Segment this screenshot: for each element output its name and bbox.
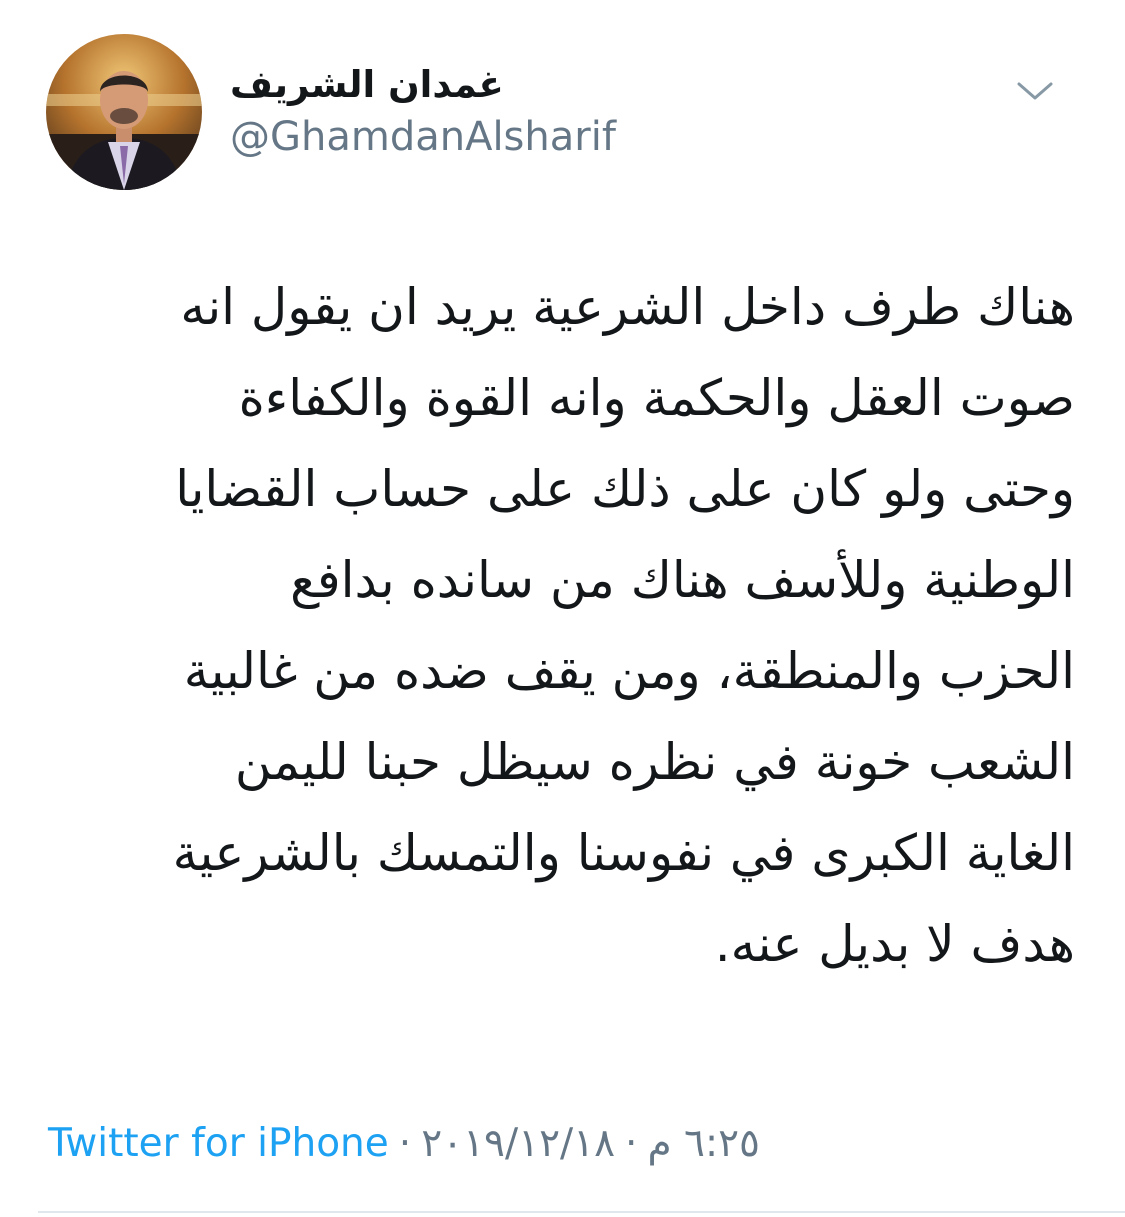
tweet-text-line: الغاية الكبرى في نفوسنا والتمسك بالشرعية: [172, 824, 1075, 882]
author-names[interactable]: غمدان الشريف @GhamdanAlsharif: [230, 62, 616, 166]
tweet-meta: Twitter for iPhone · ٢٠١٩/١٢/١٨ · ٦:٢٥ م: [48, 1116, 760, 1172]
tweet-text-line: صوت العقل والحكمة وانه القوة والكفاءة: [238, 369, 1075, 427]
tweet-time[interactable]: ٦:٢٥ م: [647, 1121, 760, 1166]
author-handle[interactable]: @GhamdanAlsharif: [230, 108, 616, 166]
chevron-down-icon[interactable]: [1015, 76, 1055, 106]
tweet-card: غمدان الشريف @GhamdanAlsharif هناك طرف د…: [0, 0, 1125, 1217]
tweet-header: غمدان الشريف @GhamdanAlsharif: [46, 34, 1085, 194]
avatar[interactable]: [46, 34, 202, 190]
tweet-text-line: الشعب خونة في نظره سيظل حبنا لليمن: [234, 733, 1075, 791]
divider: [38, 1211, 1125, 1213]
tweet-text-line: الحزب والمنطقة، ومن يقف ضده من غالبية: [183, 642, 1075, 700]
tweet-text-line: هناك طرف داخل الشرعية يريد ان يقول انه: [180, 278, 1075, 336]
meta-separator: ·: [398, 1121, 412, 1166]
meta-separator: ·: [625, 1121, 638, 1166]
tweet-text-line: الوطنية وللأسف هناك من سانده بدافع: [290, 551, 1075, 609]
source-link[interactable]: Twitter for iPhone: [48, 1121, 389, 1166]
author-display-name[interactable]: غمدان الشريف: [230, 62, 616, 108]
tweet-text-line: هدف لا بديل عنه.: [714, 915, 1075, 973]
tweet-date[interactable]: ٢٠١٩/١٢/١٨: [421, 1121, 615, 1166]
avatar-image: [46, 34, 202, 190]
tweet-text: هناك طرف داخل الشرعية يريد ان يقول انه ص…: [50, 262, 1075, 990]
tweet-text-line: وحتى ولو كان على ذلك على حساب القضايا: [175, 460, 1075, 518]
